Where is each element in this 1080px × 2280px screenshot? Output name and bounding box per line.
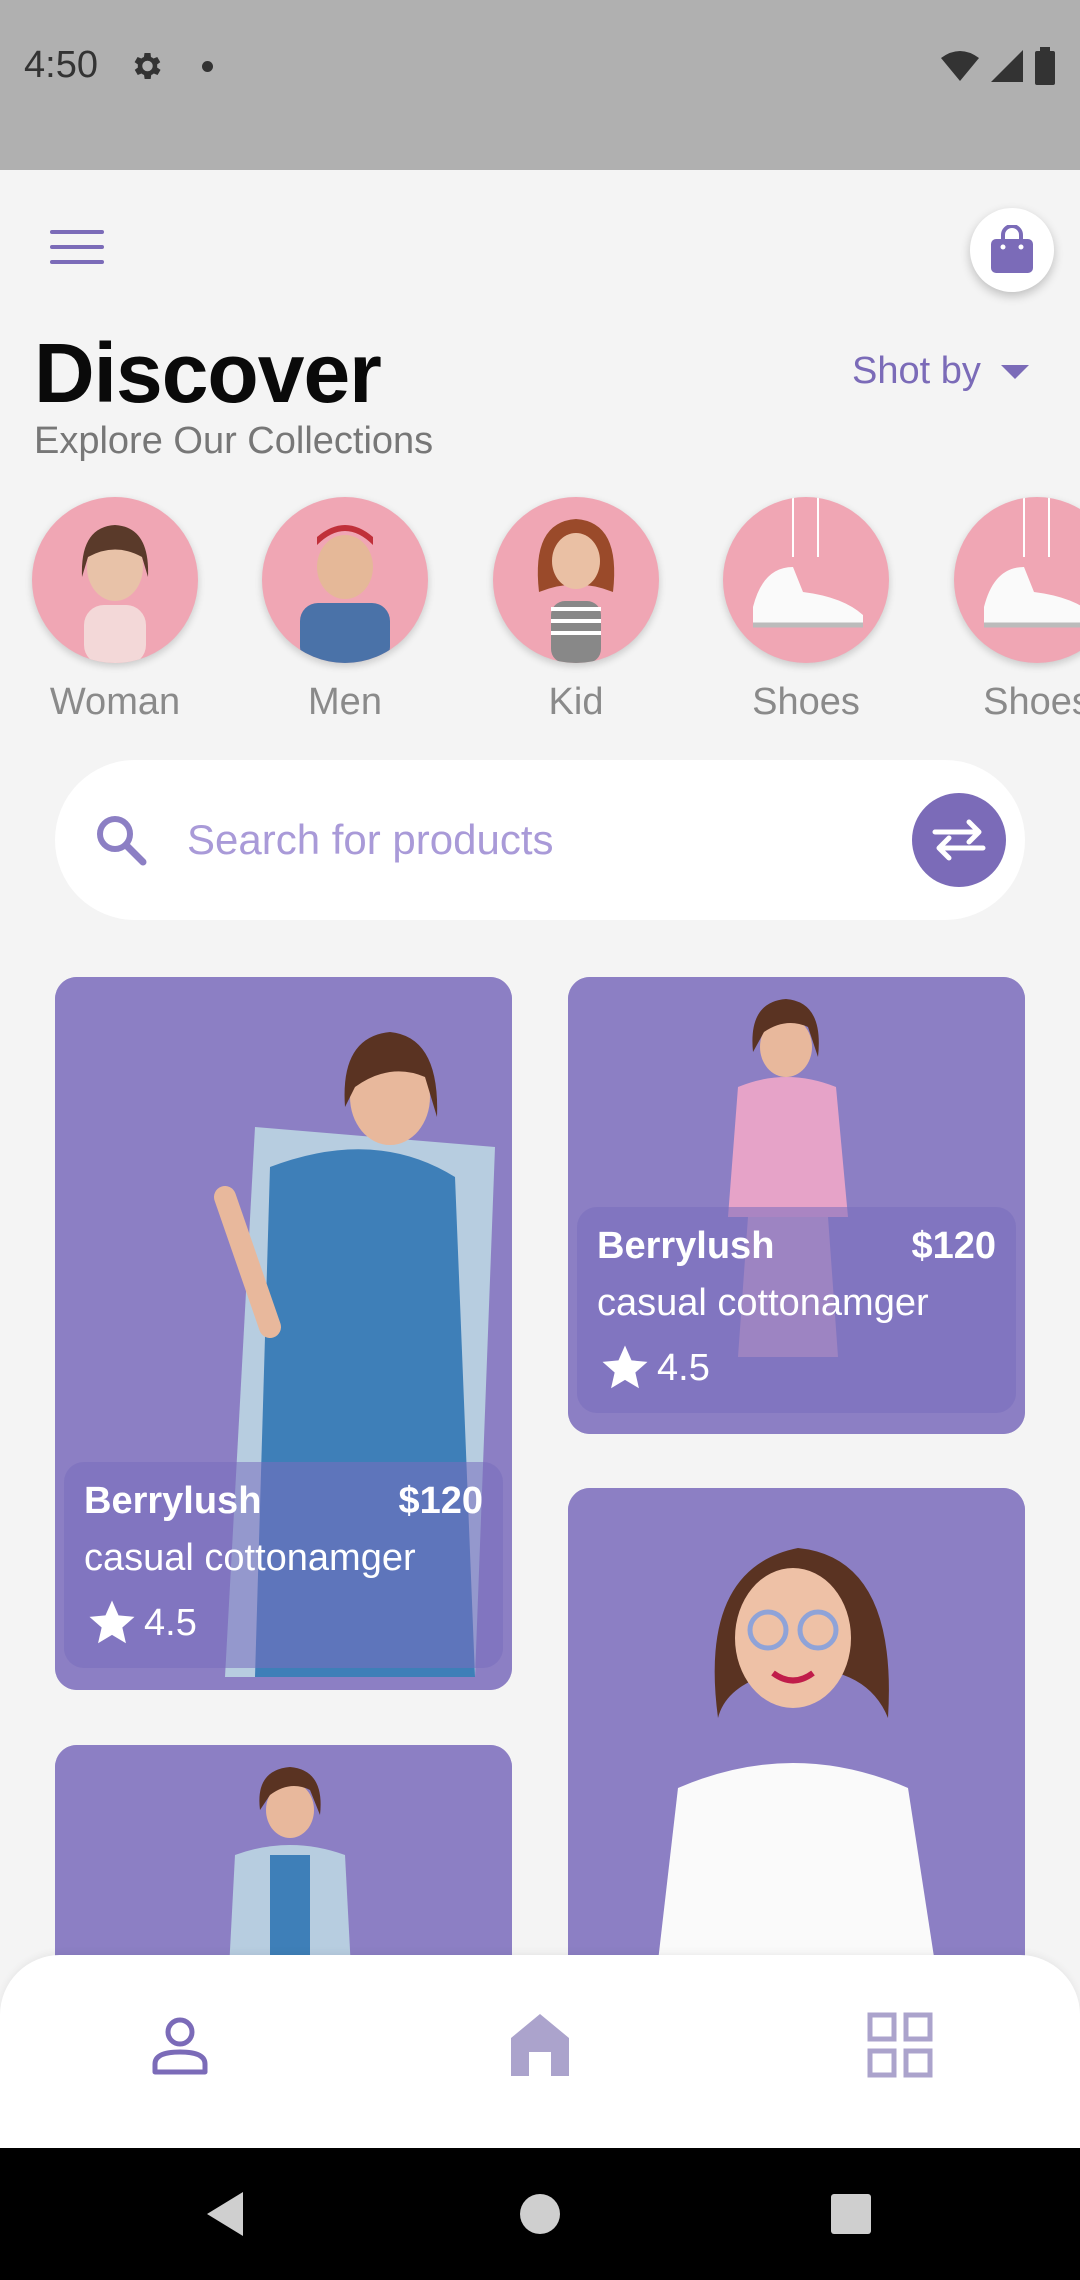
sort-dropdown[interactable]: Shot by bbox=[852, 350, 1029, 393]
category-item-woman[interactable]: Woman bbox=[15, 497, 215, 724]
category-label: Men bbox=[308, 681, 382, 723]
category-label: Woman bbox=[49, 681, 181, 723]
menu-button[interactable] bbox=[50, 230, 104, 270]
hamburger-icon bbox=[50, 230, 104, 234]
product-price: $120 bbox=[911, 1225, 996, 1267]
product-rating: 4.5 bbox=[597, 1341, 996, 1395]
category-item-shoes[interactable]: Shoes bbox=[706, 497, 906, 724]
product-rating: 4.5 bbox=[84, 1596, 483, 1650]
category-label: Shoes bbox=[752, 681, 860, 723]
search-bar bbox=[55, 760, 1025, 920]
category-image bbox=[262, 497, 428, 663]
search-input[interactable] bbox=[187, 810, 827, 870]
filter-button[interactable] bbox=[912, 793, 1006, 887]
product-price: $120 bbox=[398, 1480, 483, 1522]
shopping-bag-icon bbox=[991, 225, 1033, 273]
category-image bbox=[723, 497, 889, 663]
category-image bbox=[32, 497, 198, 663]
rating-value: 4.5 bbox=[144, 1601, 197, 1644]
status-bar: 4:50 bbox=[0, 0, 1080, 170]
chevron-down-icon bbox=[1000, 364, 1029, 379]
bottom-navigation bbox=[0, 1955, 1080, 2148]
product-info: Berrylush $120 casual cottonamger 4.5 bbox=[64, 1462, 503, 1668]
status-indicators bbox=[940, 46, 1056, 86]
category-item-men[interactable]: Men bbox=[245, 497, 445, 724]
category-label: Kid bbox=[548, 681, 604, 723]
product-brand: Berrylush bbox=[597, 1225, 775, 1267]
star-icon bbox=[602, 1345, 648, 1389]
product-name: casual cottonamger bbox=[84, 1537, 416, 1579]
nav-categories[interactable] bbox=[860, 2005, 940, 2085]
search-icon bbox=[97, 816, 147, 866]
page-title: Discover bbox=[34, 326, 382, 420]
product-brand: Berrylush bbox=[84, 1480, 262, 1522]
product-card[interactable]: Berrylush $120 casual cottonamger 4.5 bbox=[55, 977, 512, 1690]
category-image bbox=[493, 497, 659, 663]
home-icon bbox=[511, 2014, 569, 2076]
category-label: Shoes bbox=[983, 681, 1080, 723]
home-circle-icon bbox=[520, 2194, 560, 2234]
wifi-icon bbox=[941, 51, 979, 81]
status-time: 4:50 bbox=[24, 44, 98, 86]
nav-home[interactable] bbox=[500, 2005, 580, 2085]
shopping-bag-button[interactable] bbox=[970, 208, 1054, 292]
person-icon bbox=[152, 2017, 208, 2075]
rating-value: 4.5 bbox=[657, 1346, 710, 1389]
recents-square-icon bbox=[831, 2194, 871, 2234]
settings-gear-icon bbox=[134, 52, 161, 80]
swap-icon bbox=[932, 819, 986, 861]
cell-signal-icon bbox=[991, 50, 1023, 82]
product-name: casual cottonamger bbox=[597, 1282, 929, 1324]
back-button[interactable] bbox=[193, 2182, 257, 2246]
category-list: Woman Men Kid Shoes Shoes bbox=[0, 497, 1080, 737]
notification-dot-icon bbox=[202, 61, 213, 72]
sort-label: Shot by bbox=[852, 350, 981, 392]
category-image bbox=[954, 497, 1080, 663]
nav-profile[interactable] bbox=[140, 2005, 220, 2085]
category-item-kid[interactable]: Kid bbox=[476, 497, 676, 724]
category-item-shoes-2[interactable]: Shoes bbox=[937, 497, 1080, 724]
system-navigation-bar bbox=[0, 2148, 1080, 2280]
grid-icon bbox=[867, 2012, 933, 2078]
recents-button[interactable] bbox=[819, 2182, 883, 2246]
battery-icon bbox=[1035, 47, 1055, 85]
home-button[interactable] bbox=[508, 2182, 572, 2246]
product-info: Berrylush $120 casual cottonamger 4.5 bbox=[577, 1207, 1016, 1413]
page-subtitle: Explore Our Collections bbox=[34, 420, 434, 462]
product-card[interactable]: Berrylush $120 casual cottonamger 4.5 bbox=[568, 977, 1025, 1434]
back-triangle-icon bbox=[207, 2192, 243, 2236]
star-icon bbox=[89, 1600, 135, 1644]
